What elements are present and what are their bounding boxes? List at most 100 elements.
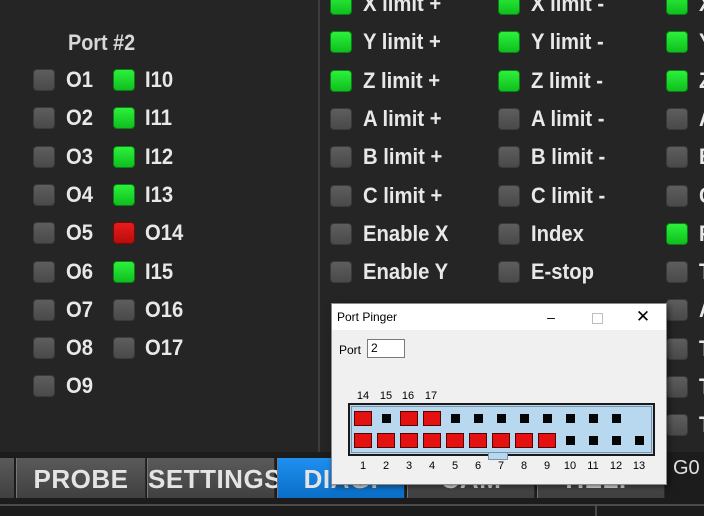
led-label: I15 [145,258,174,284]
pin-number: 2 [382,460,390,472]
led-label: O16 [145,296,184,322]
pin-number: 9 [543,460,551,472]
port-pinger-dialog: Port Pinger – ✕ Port 2 14 15 16 17 12345678… [331,303,667,485]
pin-number: 13 [632,460,646,472]
port-input[interactable]: 2 [367,339,405,358]
signal-label: Index [531,220,584,246]
pin-inactive [612,436,621,445]
signal-led [666,261,688,284]
pin-number: 10 [563,460,577,472]
signal-led [666,146,688,169]
pin-active [400,411,418,426]
led-label: O3 [66,143,94,169]
led-indicator [113,183,135,206]
pin-inactive [382,414,391,423]
pin-active [354,433,372,448]
signal-label: A [699,297,704,323]
signal-label: C limit + [363,182,443,208]
signal-label: T [699,259,704,285]
signal-label: A limit + [363,105,442,131]
led-label: O8 [66,335,94,361]
led-label: I11 [145,105,173,131]
pin-number: 12 [609,460,623,472]
signal-label: A [699,106,704,132]
signal-led [330,107,352,130]
led-label: O14 [145,220,184,246]
signal-label: B limit - [531,144,606,170]
pin-number: 7 [497,460,505,472]
diagnostics-screen: Port #2 O1 I10 O2 I11 O3 I12 O4 I13 O5 O14 O6 I15 O7… [0,0,704,516]
pin-number: 5 [451,460,459,472]
signal-led [498,0,520,15]
pin-inactive [497,414,506,423]
signal-led [498,107,520,130]
pin-inactive [589,436,598,445]
led-indicator [33,298,55,321]
led-indicator [33,260,55,283]
led-indicator [113,69,135,91]
pin-active [446,433,464,448]
maximize-icon [574,304,620,330]
signal-led [330,31,352,54]
pin-active [377,433,395,448]
pin-active [354,411,372,426]
dialog-titlebar[interactable]: Port Pinger – ✕ [332,304,666,330]
led-label: O9 [66,373,94,399]
signal-label: T [699,374,704,400]
signal-led [498,222,520,245]
signal-label: X limit - [531,0,605,16]
pin-active [469,433,487,448]
led-label: O1 [66,67,94,92]
signal-led [666,222,688,245]
minimize-icon[interactable]: – [528,304,574,330]
signal-label: Y limit + [363,29,441,55]
led-label: O6 [66,258,94,284]
pin-inactive [612,414,621,423]
pin-number: 17 [424,390,438,402]
led-indicator [113,107,135,130]
signal-label: Y [699,29,704,55]
signal-label: F [699,221,704,247]
signal-led [666,107,688,130]
signal-led [330,261,352,284]
close-icon[interactable]: ✕ [620,304,666,330]
led-indicator [33,107,55,130]
signal-label: Z [699,68,704,94]
led-indicator [33,222,55,245]
pin-number: 15 [379,390,393,402]
signal-led [666,299,688,322]
pin-number: 3 [405,460,413,472]
pin-inactive [589,414,598,423]
signal-led [666,31,688,54]
signal-led [666,184,688,207]
pin-number: 4 [428,460,436,472]
tab-settings[interactable]: SETTINGS [147,458,282,498]
pin-inactive [520,414,529,423]
signal-led [330,184,352,207]
led-indicator [113,337,135,360]
signal-label: Y limit - [531,29,604,55]
signal-label: C [699,183,704,209]
signal-led [498,184,520,207]
led-label: O2 [66,105,94,131]
led-label: I12 [145,143,174,169]
pin-active [492,433,510,448]
led-indicator [113,260,135,283]
pin-number: 14 [356,390,370,402]
tab-probe[interactable]: PROBE [16,458,146,498]
pin-inactive [474,414,483,423]
signal-label: Enable X [363,220,449,246]
pin-number: 16 [401,390,415,402]
signal-label: Z limit - [531,67,603,93]
pin-number: 11 [587,460,599,472]
pin-active [400,433,418,448]
signal-led [330,69,352,92]
led-label: O17 [145,335,184,361]
signal-label: A limit - [531,105,605,131]
signal-label: B [699,144,704,170]
pin-inactive [566,436,575,445]
pin-inactive [451,414,460,423]
connector-notch [488,453,508,460]
pin-number: 6 [474,460,482,472]
led-indicator [33,145,55,168]
